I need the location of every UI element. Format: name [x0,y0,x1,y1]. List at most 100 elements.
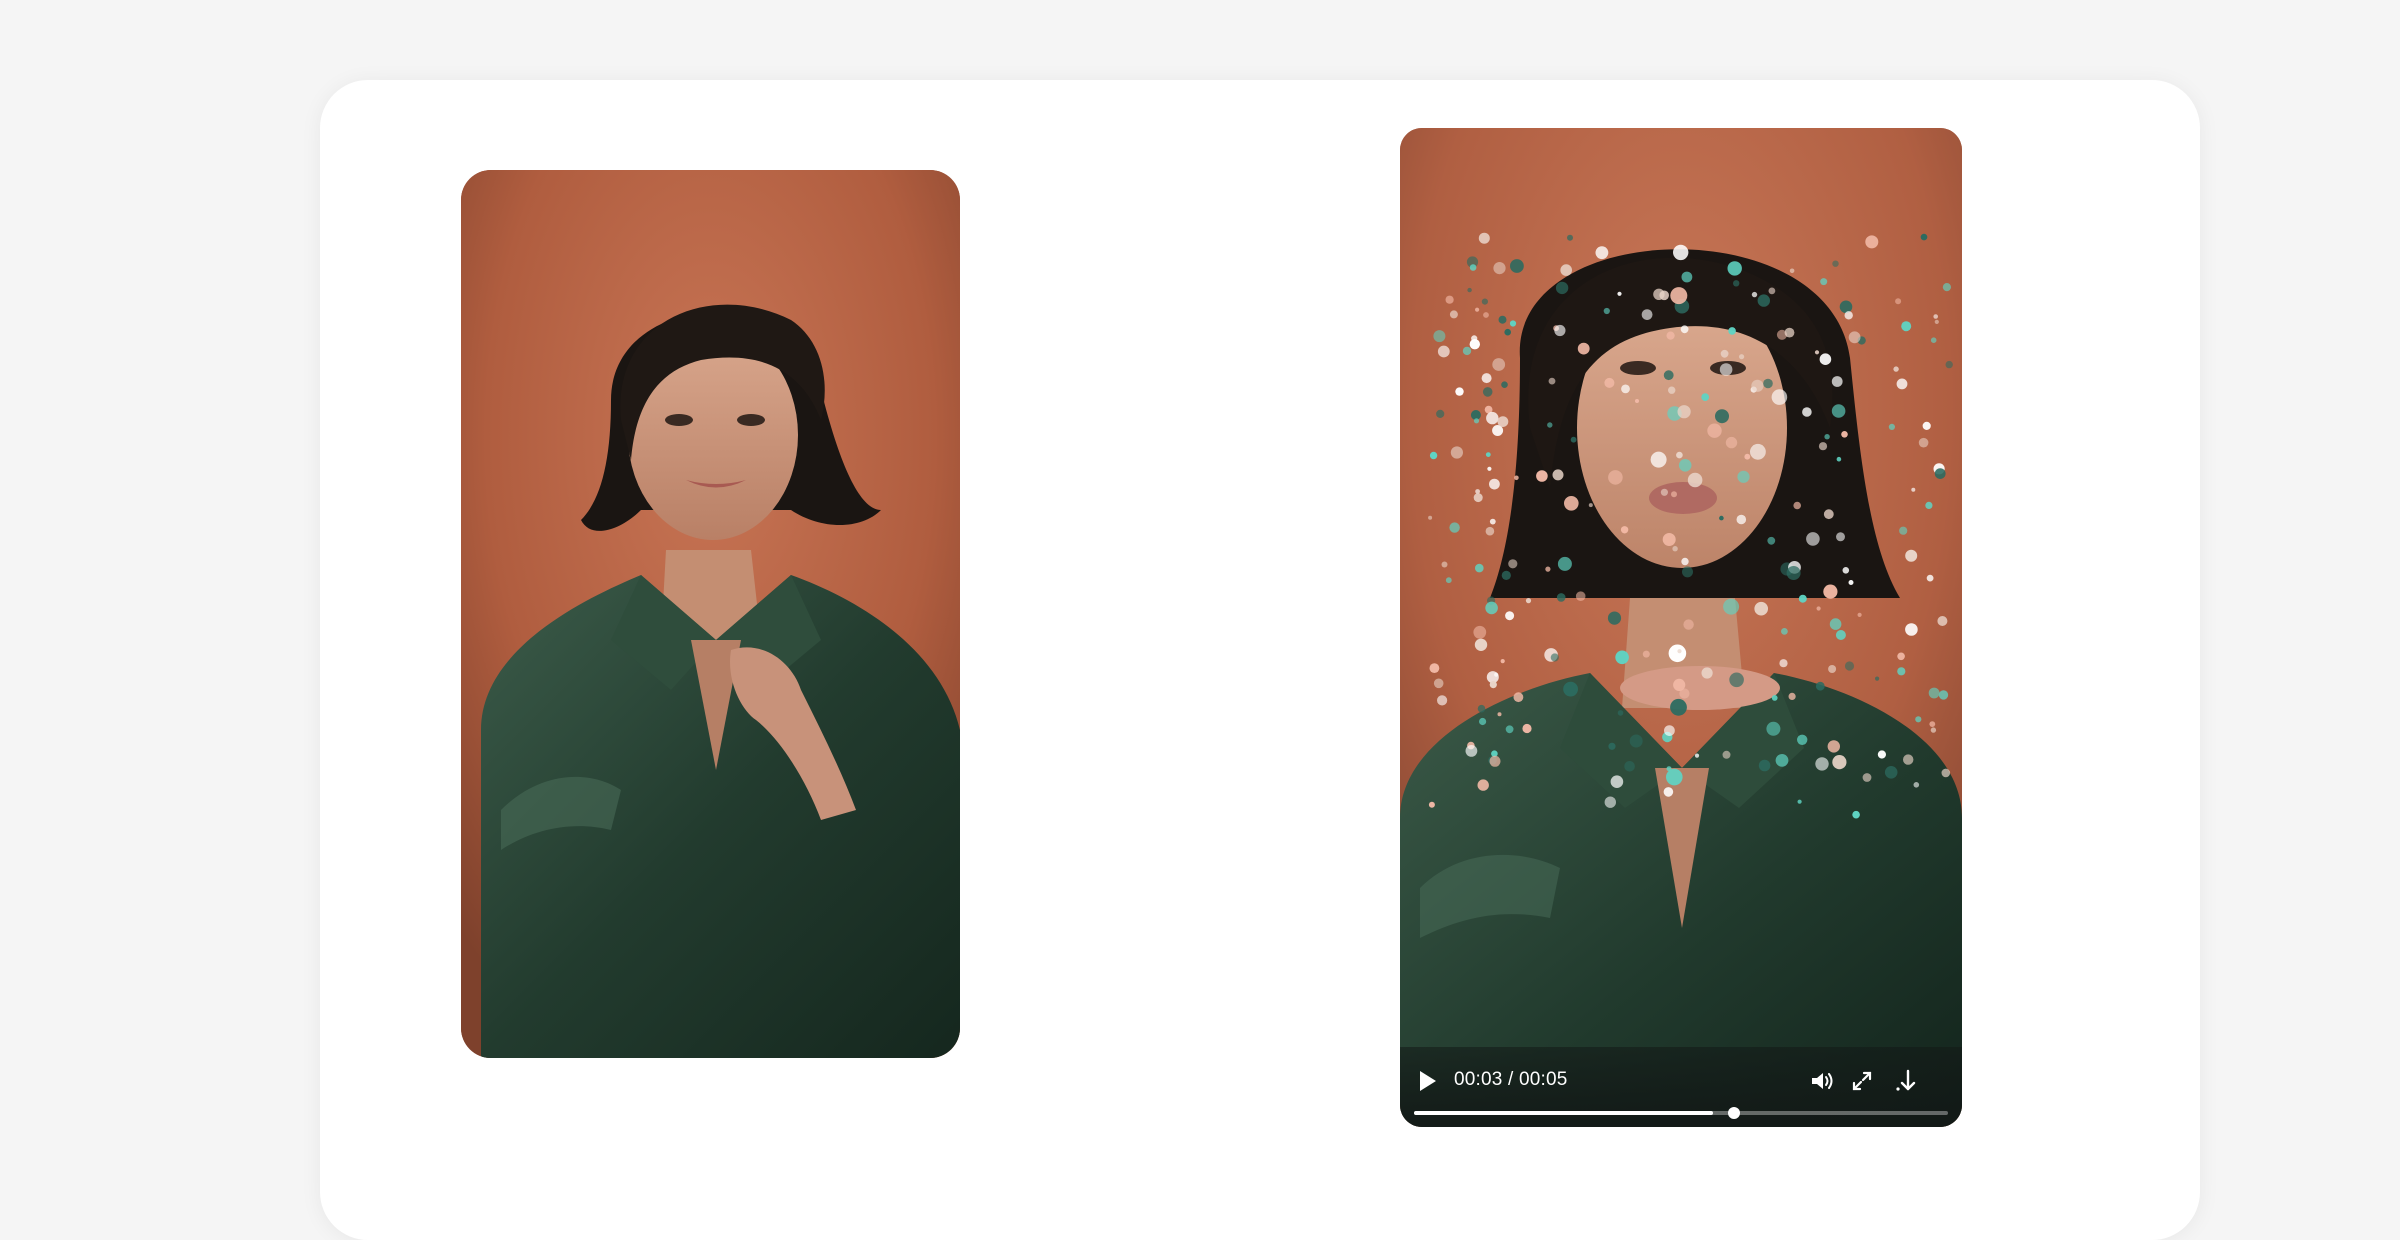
particle [1577,342,1590,355]
particle [1683,619,1694,630]
progress-fill [1414,1111,1714,1115]
particle [1485,526,1495,536]
particle [1779,659,1788,668]
download-icon [1896,1069,1916,1091]
particle [1941,768,1951,778]
particle [1701,393,1710,401]
particle [1449,522,1460,533]
particle [1445,577,1452,584]
particle [1642,650,1650,658]
fullscreen-icon [1852,1071,1872,1091]
particle [1473,625,1487,639]
particle [1508,559,1518,569]
particle [1624,761,1635,772]
particle [1820,278,1828,286]
particle [1754,601,1768,616]
particle [1514,475,1519,481]
particle [1663,370,1674,381]
particle [1681,271,1693,283]
particle [1682,566,1693,578]
particle [1610,775,1624,788]
particle [1615,650,1629,665]
download-button[interactable] [1890,1065,1922,1097]
particle [1473,493,1483,503]
particle [1469,264,1477,271]
particle [1604,796,1616,808]
particle [1469,339,1480,350]
particle [1509,320,1517,327]
particle [1473,418,1480,424]
particle [1437,695,1448,706]
particle [1733,280,1740,287]
particle [1500,659,1505,664]
particle [1513,692,1524,703]
particle [1920,233,1928,241]
particle [1933,314,1938,319]
particle [1841,431,1848,438]
particle [1672,546,1678,552]
particle [1608,742,1616,750]
particle [1857,612,1862,617]
particle [1899,526,1908,535]
video-player[interactable]: 00:03 / 00:05 [1400,128,1962,1127]
particle [1673,678,1686,692]
particle [1522,723,1532,734]
particle [1758,759,1771,772]
particle [1831,376,1843,387]
particle [1701,667,1713,679]
particle [1617,710,1624,716]
particle [1751,379,1764,392]
particle [1467,287,1472,293]
particle [1938,690,1949,700]
particle [1806,532,1820,546]
particle [1483,312,1489,318]
particle [1437,345,1450,358]
particle [1720,349,1729,358]
particle [1828,665,1837,673]
particle [1478,232,1490,244]
particle [1751,291,1758,298]
particle [1848,331,1861,344]
particle [1482,387,1493,397]
particle [1727,261,1742,276]
particle [1829,618,1842,630]
particle [1575,591,1586,601]
particle [1485,452,1491,457]
progress-handle[interactable] [1728,1107,1741,1119]
particle [1802,407,1812,417]
time-display: 00:03 / 00:05 [1454,1069,1568,1091]
particle [1489,681,1497,689]
particle [1739,354,1745,360]
particle [1744,453,1751,460]
particle [1836,532,1845,542]
particle [1487,466,1492,471]
particle [1477,704,1486,713]
particle [1905,623,1918,636]
particle [1937,616,1948,626]
fullscreen-button[interactable] [1846,1065,1878,1097]
particle [1925,501,1933,509]
particle [1567,234,1573,241]
particle [1629,734,1643,748]
particle [1498,315,1507,324]
play-button[interactable] [1414,1067,1442,1095]
particle [1429,663,1440,673]
particle [1433,330,1446,343]
particle [1750,443,1766,460]
particle [1775,754,1789,767]
particle [1694,753,1700,758]
particle [1595,246,1609,260]
particle [1673,244,1689,261]
particle [1641,309,1653,320]
particle [1660,488,1668,496]
volume-icon [1812,1073,1833,1089]
volume-button[interactable] [1806,1065,1838,1097]
particle [1497,712,1502,717]
particle [1450,446,1463,459]
particle [1429,451,1438,460]
particle [1485,601,1498,615]
particle [1767,536,1776,545]
particle [1757,294,1770,307]
particle [1905,549,1918,562]
progress-bar[interactable] [1414,1107,1948,1119]
